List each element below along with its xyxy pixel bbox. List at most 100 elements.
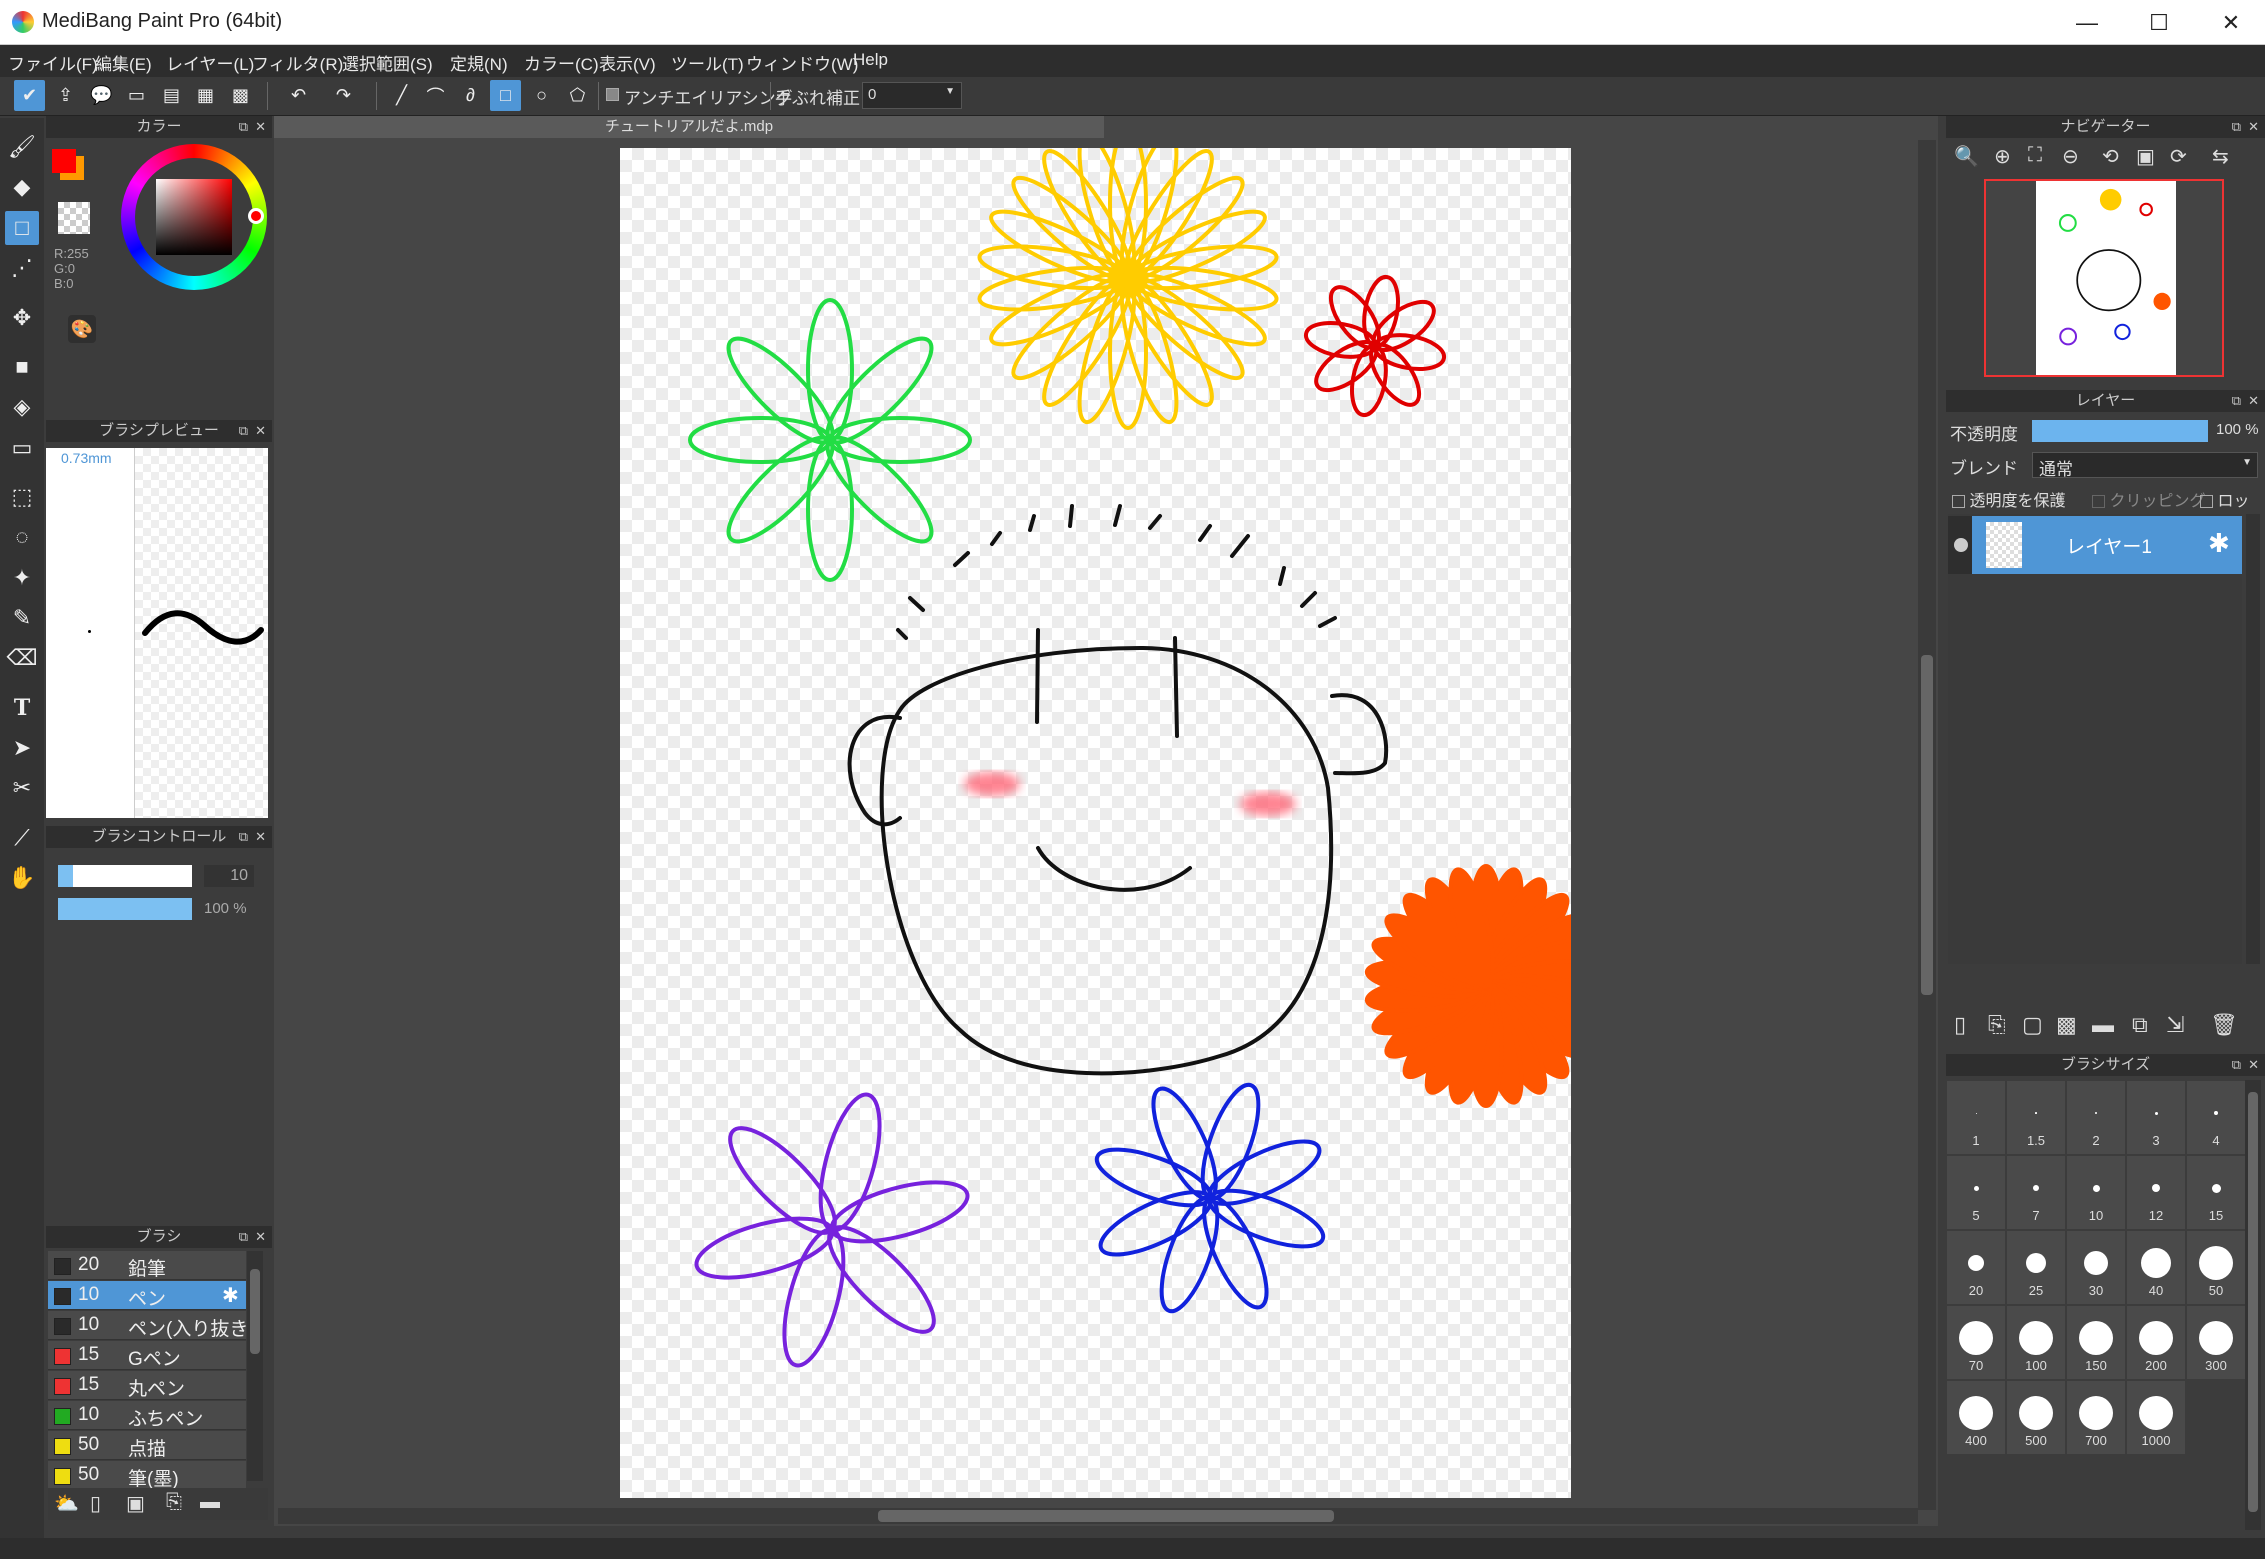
blend-mode-select[interactable]: 通常 ▼ (2032, 452, 2258, 479)
brush-size-option[interactable]: 7 (2007, 1156, 2065, 1229)
brush-size-scrollbar[interactable] (2245, 1080, 2261, 1530)
close-button[interactable]: ✕ (2197, 0, 2265, 45)
clipping-checkbox[interactable]: クリッピング (2092, 487, 2205, 511)
brush-size-option[interactable]: 15 (2187, 1156, 2245, 1229)
hue-ring[interactable] (121, 144, 267, 290)
brush-list-item[interactable]: 15 丸ペン (48, 1371, 246, 1400)
folder-icon[interactable]: ▬ (200, 1491, 220, 1514)
brush-size-slider[interactable] (58, 865, 192, 887)
gradient-tool-icon[interactable]: ▭ (5, 431, 39, 465)
antialias-checkbox[interactable] (606, 86, 619, 104)
protect-alpha-checkbox[interactable]: 透明度を保護 (1952, 487, 2065, 511)
brush-size-option[interactable]: 5 (1947, 1156, 2005, 1229)
layer-opacity-slider[interactable] (2032, 420, 2208, 442)
select-pen-tool-icon[interactable]: ✎ (5, 601, 39, 635)
brush-size-option[interactable]: 150 (2067, 1306, 2125, 1379)
transparent-color-swatch[interactable] (58, 202, 90, 234)
brush-list-item[interactable]: 10 ペン ✱ (48, 1281, 246, 1310)
brush-size-option[interactable]: 20 (1947, 1231, 2005, 1304)
brush-size-option[interactable]: 700 (2067, 1381, 2125, 1454)
palette-icon[interactable]: 🎨 (68, 315, 96, 343)
upload-icon[interactable]: ⇪ (50, 80, 81, 111)
close-panel-icon[interactable]: ✕ (255, 420, 266, 442)
brush-size-option[interactable]: 3 (2127, 1081, 2185, 1154)
saturation-value-square[interactable] (156, 179, 232, 255)
close-panel-icon[interactable]: ✕ (2248, 1054, 2259, 1076)
undock-icon[interactable]: ⧉ (2232, 1054, 2241, 1076)
brush-size-option[interactable]: 100 (2007, 1306, 2065, 1379)
brush-list-item[interactable]: 50 点描 (48, 1431, 246, 1460)
brush-size-option[interactable]: 1 (1947, 1081, 2005, 1154)
close-panel-icon[interactable]: ✕ (255, 826, 266, 848)
hand-tool-icon[interactable]: ✋ (5, 861, 39, 895)
panel-layout-icon[interactable]: ▦ (190, 80, 221, 111)
delete-layer-icon[interactable]: 🗑 (2210, 1012, 2238, 1038)
document-tab[interactable]: チュートリアルだよ.mdp (274, 116, 1104, 138)
brush-size-option[interactable]: 40 (2127, 1231, 2185, 1304)
hue-handle[interactable] (248, 208, 264, 224)
brush-size-option[interactable]: 12 (2127, 1156, 2185, 1229)
operation-tool-icon[interactable]: ➤ (5, 731, 39, 765)
eyedropper-tool-icon[interactable]: ⟋ (5, 821, 39, 855)
menu-layer[interactable]: レイヤー(L) (166, 50, 254, 75)
menu-color[interactable]: カラー(C) (524, 50, 599, 75)
lasso-tool-icon[interactable]: ◌ (5, 520, 39, 554)
cloud-icon[interactable]: ✔ (14, 80, 45, 111)
select-eraser-tool-icon[interactable]: ⌫ (5, 641, 39, 675)
menu-edit[interactable]: 編集(E) (95, 50, 152, 75)
flip-icon[interactable]: ⇆ (2212, 144, 2229, 169)
layer-row[interactable]: レイヤー1 ✱ (1948, 516, 2242, 574)
text-tool-icon[interactable]: T (5, 691, 39, 725)
brush-opacity-slider[interactable] (58, 898, 192, 920)
close-panel-icon[interactable]: ✕ (255, 1226, 266, 1248)
new-color-layer-icon[interactable]: ⎘ (1988, 1012, 2006, 1038)
bucket-tool-icon[interactable]: ◈ (5, 390, 39, 424)
zoom-in-icon[interactable]: ⊕ (1994, 144, 2011, 169)
menu-file[interactable]: ファイル(F) (8, 50, 98, 75)
add-brush-menu-icon[interactable]: ▣ (126, 1491, 145, 1516)
dot-tool-icon[interactable]: ⋰ (5, 251, 39, 285)
polyline-tool-icon[interactable]: ⌒ (420, 80, 451, 111)
brush-size-option[interactable]: 70 (1947, 1306, 2005, 1379)
select-rect-tool-icon[interactable]: ⬚ (5, 480, 39, 514)
minimize-button[interactable]: — (2053, 0, 2121, 45)
brush-list-item[interactable]: 50 筆(墨) (48, 1461, 246, 1490)
brush-size-option[interactable]: 25 (2007, 1231, 2065, 1304)
rotate-right-icon[interactable]: ⟳ (2170, 144, 2187, 169)
undo-icon[interactable]: ↶ (283, 80, 314, 111)
brush-list-scrollbar[interactable] (247, 1251, 263, 1481)
speech-bubble-icon[interactable]: 💬 (86, 80, 117, 111)
brush-list-item[interactable]: 15 Gペン (48, 1341, 246, 1370)
polygon-tool-icon[interactable]: ⬠ (562, 80, 593, 111)
grid-check-icon[interactable]: ▩ (225, 80, 256, 111)
menu-selection[interactable]: 選択範囲(S) (342, 50, 433, 75)
menu-ruler[interactable]: 定規(N) (450, 50, 508, 75)
navigator-preview[interactable] (1984, 179, 2224, 377)
eraser-tool-icon[interactable]: ◆ (5, 170, 39, 204)
undock-icon[interactable]: ⧉ (239, 116, 248, 138)
shape-tool-icon[interactable]: □ (5, 211, 39, 245)
redo-icon[interactable]: ↷ (328, 80, 359, 111)
brush-size-option[interactable]: 1.5 (2007, 1081, 2065, 1154)
menu-help[interactable]: Help (853, 50, 888, 70)
brush-size-option[interactable]: 500 (2007, 1381, 2065, 1454)
move-tool-icon[interactable]: ✥ (5, 301, 39, 335)
undock-icon[interactable]: ⧉ (2232, 390, 2241, 412)
new-layer-icon[interactable]: ▯ (1954, 1012, 1966, 1038)
brush-size-option[interactable]: 4 (2187, 1081, 2245, 1154)
zoom-icon[interactable]: 🔍 (1954, 144, 1979, 169)
merge-layer-icon[interactable]: ⇲ (2166, 1012, 2184, 1038)
visibility-icon[interactable] (1954, 538, 1968, 552)
duplicate-layer-icon[interactable]: ⧉ (2132, 1012, 2148, 1038)
rotate-left-icon[interactable]: ⟲ (2102, 144, 2119, 169)
actual-size-icon[interactable]: ▣ (2136, 144, 2155, 169)
brush-size-option[interactable]: 50 (2187, 1231, 2245, 1304)
new-brush-icon[interactable]: ▯ (90, 1491, 101, 1516)
zoom-out-icon[interactable]: ⊖ (2062, 144, 2079, 169)
brush-size-option[interactable]: 10 (2067, 1156, 2125, 1229)
canvas-vertical-scrollbar[interactable] (1918, 140, 1936, 1510)
halftone-layer-icon[interactable]: ▩ (2056, 1012, 2077, 1038)
brush-list-item[interactable]: 10 ペン(入り抜き) (48, 1311, 255, 1340)
brush-settings-icon[interactable]: ⎘ (166, 1491, 182, 1514)
primary-color-swatch[interactable] (52, 149, 76, 173)
